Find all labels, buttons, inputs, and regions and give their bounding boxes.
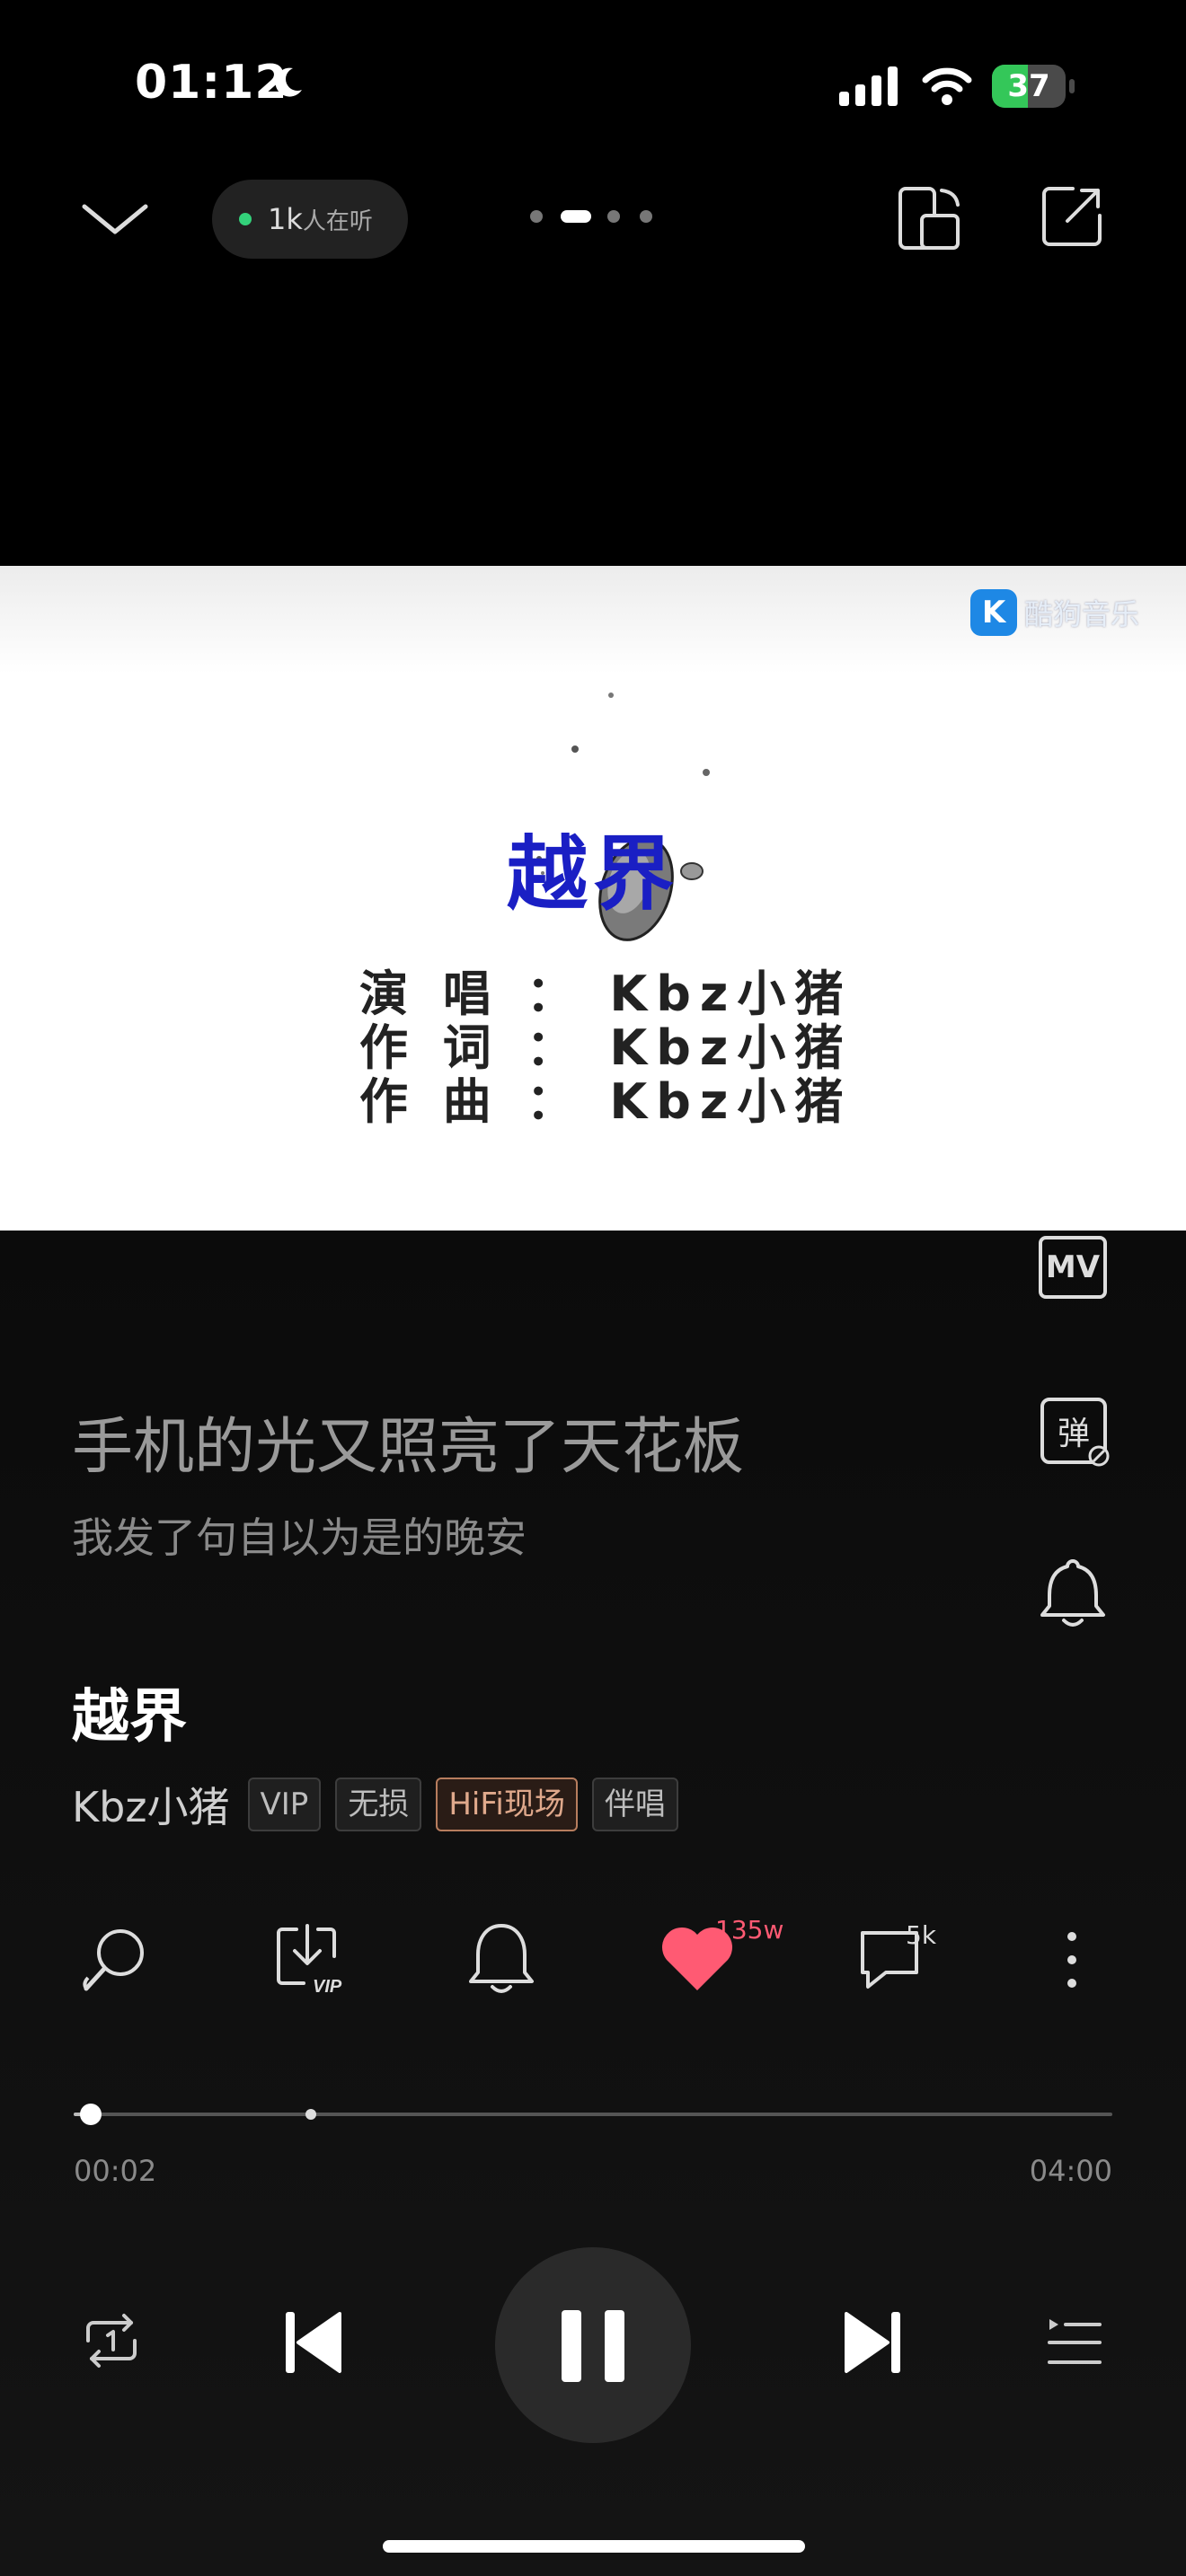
status-time: 01:12 <box>135 56 288 110</box>
player-screen: 01:12 37 1k 人在听 K 酷狗音乐 越界 演 唱 ： Kbz小猪 作 … <box>0 0 1186 2576</box>
pause-button[interactable] <box>495 2247 691 2443</box>
page-dot-1[interactable] <box>530 210 543 223</box>
online-dot <box>239 213 252 225</box>
elapsed-time: 00:02 <box>74 2154 157 2188</box>
mv-title-text: 越界 <box>507 827 679 922</box>
search-icon[interactable] <box>79 1924 151 1996</box>
tag-accompaniment[interactable]: 伴唱 <box>591 1778 678 1831</box>
share-icon[interactable] <box>1040 185 1103 248</box>
listeners-count: 1k <box>268 202 303 236</box>
moon-icon <box>275 67 302 97</box>
tag-vip[interactable]: VIP <box>247 1778 322 1831</box>
pause-icon <box>562 2310 624 2382</box>
listeners-label: 人在听 <box>302 207 373 235</box>
page-dot-3[interactable] <box>607 210 620 223</box>
more-options-icon[interactable] <box>1058 1926 1085 1994</box>
listeners-pill[interactable]: 1k 人在听 <box>212 180 408 259</box>
download-vip-badge: VIP <box>313 1977 342 1997</box>
artist-row: Kbz小猪 VIP 无损 HiFi现场 伴唱 <box>72 1775 693 1834</box>
artist-name[interactable]: Kbz小猪 <box>72 1775 230 1834</box>
total-time: 04:00 <box>1029 2154 1112 2188</box>
battery-icon: 37 <box>992 65 1075 108</box>
page-dot-4[interactable] <box>640 210 652 223</box>
repeat-one-icon[interactable] <box>79 2310 144 2371</box>
like-count: 135w <box>715 1915 784 1945</box>
download-icon[interactable]: VIP <box>273 1920 349 1998</box>
kugou-logo: K <box>970 589 1017 636</box>
buffer-marker <box>305 2109 316 2120</box>
switch-device-icon[interactable] <box>895 185 965 253</box>
progress-knob[interactable] <box>80 2104 102 2125</box>
wifi-icon <box>922 67 972 105</box>
tag-lossless[interactable]: 无损 <box>335 1778 422 1831</box>
song-title: 越界 <box>72 1684 187 1751</box>
collapse-chevron-icon[interactable] <box>79 199 151 239</box>
mv-button[interactable]: MV <box>1039 1236 1107 1299</box>
danmu-button[interactable]: 弹 <box>1040 1398 1110 1467</box>
tag-hifi-live[interactable]: HiFi现场 <box>436 1778 578 1831</box>
credit-composer: 作 曲 ： Kbz小猪 <box>359 1073 853 1130</box>
home-indicator[interactable] <box>383 2540 805 2553</box>
ringtone-bell-icon[interactable] <box>1037 1554 1109 1629</box>
danmu-off-icon <box>1088 1445 1110 1467</box>
mv-label: MV <box>1045 1249 1101 1285</box>
notification-bell-icon[interactable] <box>467 1920 535 1996</box>
kugou-watermark: K 酷狗音乐 <box>970 589 1139 636</box>
battery-level: 37 <box>1007 68 1050 104</box>
next-track-icon[interactable] <box>841 2308 904 2377</box>
previous-track-icon[interactable] <box>282 2308 345 2377</box>
page-dot-active[interactable] <box>561 210 591 223</box>
next-lyric-line[interactable]: 我发了句自以为是的晚安 <box>72 1505 527 1565</box>
playlist-queue-icon[interactable] <box>1046 2316 1103 2369</box>
comment-count: 5k <box>906 1920 937 1950</box>
signal-icon <box>839 66 898 106</box>
current-lyric-line[interactable]: 手机的光又照亮了天花板 <box>72 1397 744 1486</box>
progress-track[interactable] <box>74 2113 1112 2116</box>
danmu-label: 弹 <box>1057 1416 1090 1452</box>
watermark-text: 酷狗音乐 <box>1024 597 1140 631</box>
